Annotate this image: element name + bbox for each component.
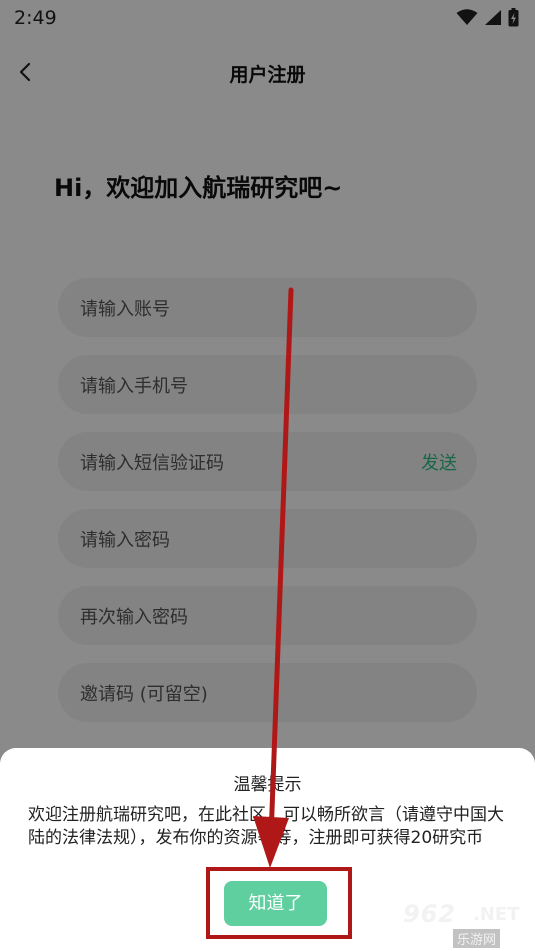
- site-watermark: 962 .NET 乐游网: [397, 900, 527, 950]
- watermark-site-name: 乐游网: [453, 929, 501, 948]
- watermark-logo-text: 962: [403, 900, 457, 928]
- dialog-title: 温馨提示: [233, 775, 302, 795]
- annotation-highlight-box: [206, 867, 352, 939]
- dialog-message: 欢迎注册航瑞研究吧，在此社区，可以畅所欲言（请遵守中国大陆的法律法规），发布你的…: [28, 805, 504, 848]
- watermark-domain-suffix: .NET: [473, 904, 520, 925]
- registration-screen: 2:49 用户注册 Hi，欢迎加入航瑞研究吧~ 请输入账号 请输入手机号 请输入…: [0, 0, 535, 951]
